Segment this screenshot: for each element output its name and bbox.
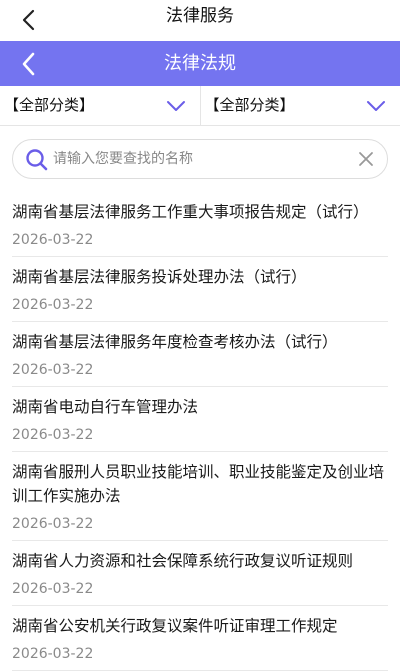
chevron-down-icon bbox=[166, 101, 185, 111]
search-input[interactable] bbox=[53, 140, 343, 178]
list-item[interactable]: 湖南省公安机关行政复议案件听证审理工作规定 2026-03-22 bbox=[12, 606, 388, 671]
category-filter-left[interactable]: 【全部分类】 bbox=[0, 86, 200, 126]
item-date: 2026-03-22 bbox=[12, 581, 94, 597]
filter-label: 【全部分类】 bbox=[204, 96, 295, 114]
list-item[interactable]: 湖南省电动自行车管理办法 2026-03-22 bbox=[12, 387, 388, 452]
item-title: 湖南省人力资源和社会保障系统行政复议听证规则 bbox=[12, 552, 354, 570]
item-date: 2026-03-22 bbox=[12, 646, 94, 662]
close-icon[interactable] bbox=[357, 150, 375, 168]
filter-bar: 【全部分类】 【全部分类】 bbox=[0, 86, 400, 126]
item-title: 湖南省基层法律服务工作重大事项报告规定（试行） bbox=[12, 203, 369, 221]
filter-label: 【全部分类】 bbox=[4, 96, 95, 114]
item-title: 湖南省基层法律服务年度检查考核办法（试行） bbox=[12, 333, 338, 351]
item-title: 湖南省公安机关行政复议案件听证审理工作规定 bbox=[12, 617, 338, 635]
search-icon bbox=[26, 149, 48, 171]
item-date: 2026-03-22 bbox=[12, 362, 94, 378]
search-box bbox=[12, 139, 388, 179]
section-title: 法律法规 bbox=[164, 53, 236, 74]
item-date: 2026-03-22 bbox=[12, 516, 94, 532]
item-title: 湖南省电动自行车管理办法 bbox=[12, 398, 199, 416]
item-date: 2026-03-22 bbox=[12, 297, 94, 313]
chevron-down-icon bbox=[367, 101, 385, 111]
item-date: 2026-03-22 bbox=[12, 427, 94, 443]
item-title: 湖南省基层法律服务投诉处理办法（试行） bbox=[12, 268, 307, 286]
section-header-bar: 法律法规 bbox=[0, 41, 400, 86]
list-item[interactable]: 湖南省基层法律服务工作重大事项报告规定（试行） 2026-03-22 bbox=[12, 192, 388, 257]
category-filter-right[interactable]: 【全部分类】 bbox=[199, 86, 400, 126]
top-navigation-bar: 法律服务 bbox=[0, 0, 400, 40]
list-item[interactable]: 湖南省基层法律服务年度检查考核办法（试行） 2026-03-22 bbox=[12, 322, 388, 387]
list-item[interactable]: 湖南省服刑人员职业技能培训、职业技能鉴定及创业培训工作实施办法 2026-03-… bbox=[12, 452, 388, 541]
list-item[interactable]: 湖南省人力资源和社会保障系统行政复议听证规则 2026-03-22 bbox=[12, 541, 388, 606]
item-date: 2026-03-22 bbox=[12, 232, 94, 248]
regulation-list: 湖南省基层法律服务工作重大事项报告规定（试行） 2026-03-22 湖南省基层… bbox=[0, 192, 400, 671]
item-title: 湖南省服刑人员职业技能培训、职业技能鉴定及创业培训工作实施办法 bbox=[12, 463, 385, 505]
page-title: 法律服务 bbox=[166, 6, 234, 26]
list-item[interactable]: 湖南省基层法律服务投诉处理办法（试行） 2026-03-22 bbox=[12, 257, 388, 322]
